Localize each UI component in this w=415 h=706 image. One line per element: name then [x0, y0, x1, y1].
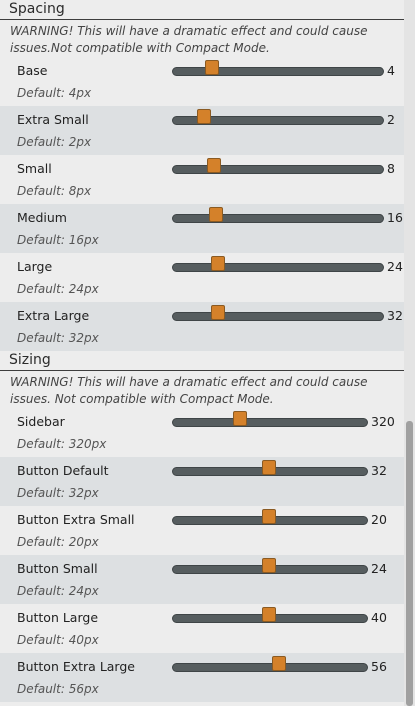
setting-row: Button Extra Large Default: 56px 56 [0, 653, 404, 702]
slider-thumb[interactable] [262, 460, 276, 475]
slider-thumb[interactable] [211, 256, 226, 271]
slider-track[interactable] [172, 214, 384, 223]
setting-label: Extra Small [17, 112, 89, 127]
spacing-section-title: Spacing [0, 0, 404, 20]
spacing-warning: WARNING! This will have a dramatic effec… [10, 24, 368, 55]
setting-label: Large [17, 259, 53, 274]
setting-row: Button Large Default: 40px 40 [0, 604, 404, 653]
slider-track[interactable] [172, 663, 368, 672]
setting-label: Extra Large [17, 308, 90, 323]
slider-value: 4 [387, 63, 395, 78]
slider-value: 40 [371, 610, 387, 625]
sizing-section-title: Sizing [0, 351, 404, 371]
sizing-warning: WARNING! This will have a dramatic effec… [10, 375, 368, 406]
scrollbar-thumb[interactable] [406, 421, 413, 706]
setting-row: Button Extra Small Default: 20px 20 [0, 506, 404, 555]
setting-row: Medium Default: 16px 16 [0, 204, 404, 253]
setting-label: Small [17, 161, 52, 176]
slider-thumb[interactable] [207, 158, 221, 173]
spacing-rows: Base Default: 4px 4 Extra Small Default: 2px… [0, 57, 404, 351]
setting-row: Base Default: 4px 4 [0, 57, 404, 106]
slider-thumb[interactable] [204, 60, 219, 75]
setting-label: Button Default [17, 463, 109, 478]
slider-thumb[interactable] [262, 558, 276, 573]
slider-value: 2 [387, 112, 395, 127]
slider-value: 24 [387, 259, 403, 274]
setting-label: Button Extra Large [17, 659, 135, 674]
slider-track[interactable] [172, 263, 384, 272]
slider-value: 24 [371, 561, 387, 576]
slider-thumb[interactable] [271, 656, 286, 671]
sizing-rows: Sidebar Default: 320px 320 Button Default De… [0, 408, 404, 702]
setting-default: Default: 20px [17, 535, 99, 549]
slider-track[interactable] [172, 67, 384, 76]
slider-value: 320 [371, 414, 395, 429]
slider-track[interactable] [172, 165, 384, 174]
setting-default: Default: 32px [17, 486, 99, 500]
setting-default: Default: 2px [17, 135, 92, 149]
slider-value: 56 [371, 659, 387, 674]
setting-row: Extra Large Default: 32px 32 [0, 302, 404, 351]
slider-thumb[interactable] [196, 109, 211, 124]
slider-thumb[interactable] [262, 607, 276, 622]
setting-label: Button Extra Small [17, 512, 135, 527]
setting-default: Default: 16px [17, 233, 99, 247]
setting-default: Default: 24px [17, 282, 99, 296]
setting-default: Default: 8px [17, 184, 92, 198]
slider-track[interactable] [172, 418, 368, 427]
setting-row: Sidebar Default: 320px 320 [0, 408, 404, 457]
panel-scrollbar[interactable] [404, 0, 415, 706]
setting-default: Default: 32px [17, 331, 99, 345]
slider-thumb[interactable] [209, 207, 224, 222]
setting-default: Default: 56px [17, 682, 99, 696]
setting-row: Small Default: 8px 8 [0, 155, 404, 204]
settings-panel: Spacing WARNING! This will have a dramat… [0, 0, 404, 706]
slider-value: 16 [387, 210, 403, 225]
slider-value: 32 [387, 308, 403, 323]
slider-thumb[interactable] [211, 305, 226, 320]
slider-value: 20 [371, 512, 387, 527]
slider-thumb[interactable] [262, 509, 276, 524]
setting-label: Base [17, 63, 48, 78]
setting-label: Medium [17, 210, 67, 225]
setting-row: Large Default: 24px 24 [0, 253, 404, 302]
setting-default: Default: 320px [17, 437, 107, 451]
slider-track[interactable] [172, 312, 384, 321]
setting-label: Button Small [17, 561, 98, 576]
setting-default: Default: 24px [17, 584, 99, 598]
setting-row: Button Default Default: 32px 32 [0, 457, 404, 506]
setting-label: Button Large [17, 610, 99, 625]
slider-thumb[interactable] [232, 411, 247, 426]
setting-default: Default: 4px [17, 86, 92, 100]
setting-default: Default: 40px [17, 633, 99, 647]
slider-value: 8 [387, 161, 395, 176]
slider-value: 32 [371, 463, 387, 478]
setting-label: Sidebar [17, 414, 65, 429]
setting-row: Extra Small Default: 2px 2 [0, 106, 404, 155]
setting-row: Button Small Default: 24px 24 [0, 555, 404, 604]
